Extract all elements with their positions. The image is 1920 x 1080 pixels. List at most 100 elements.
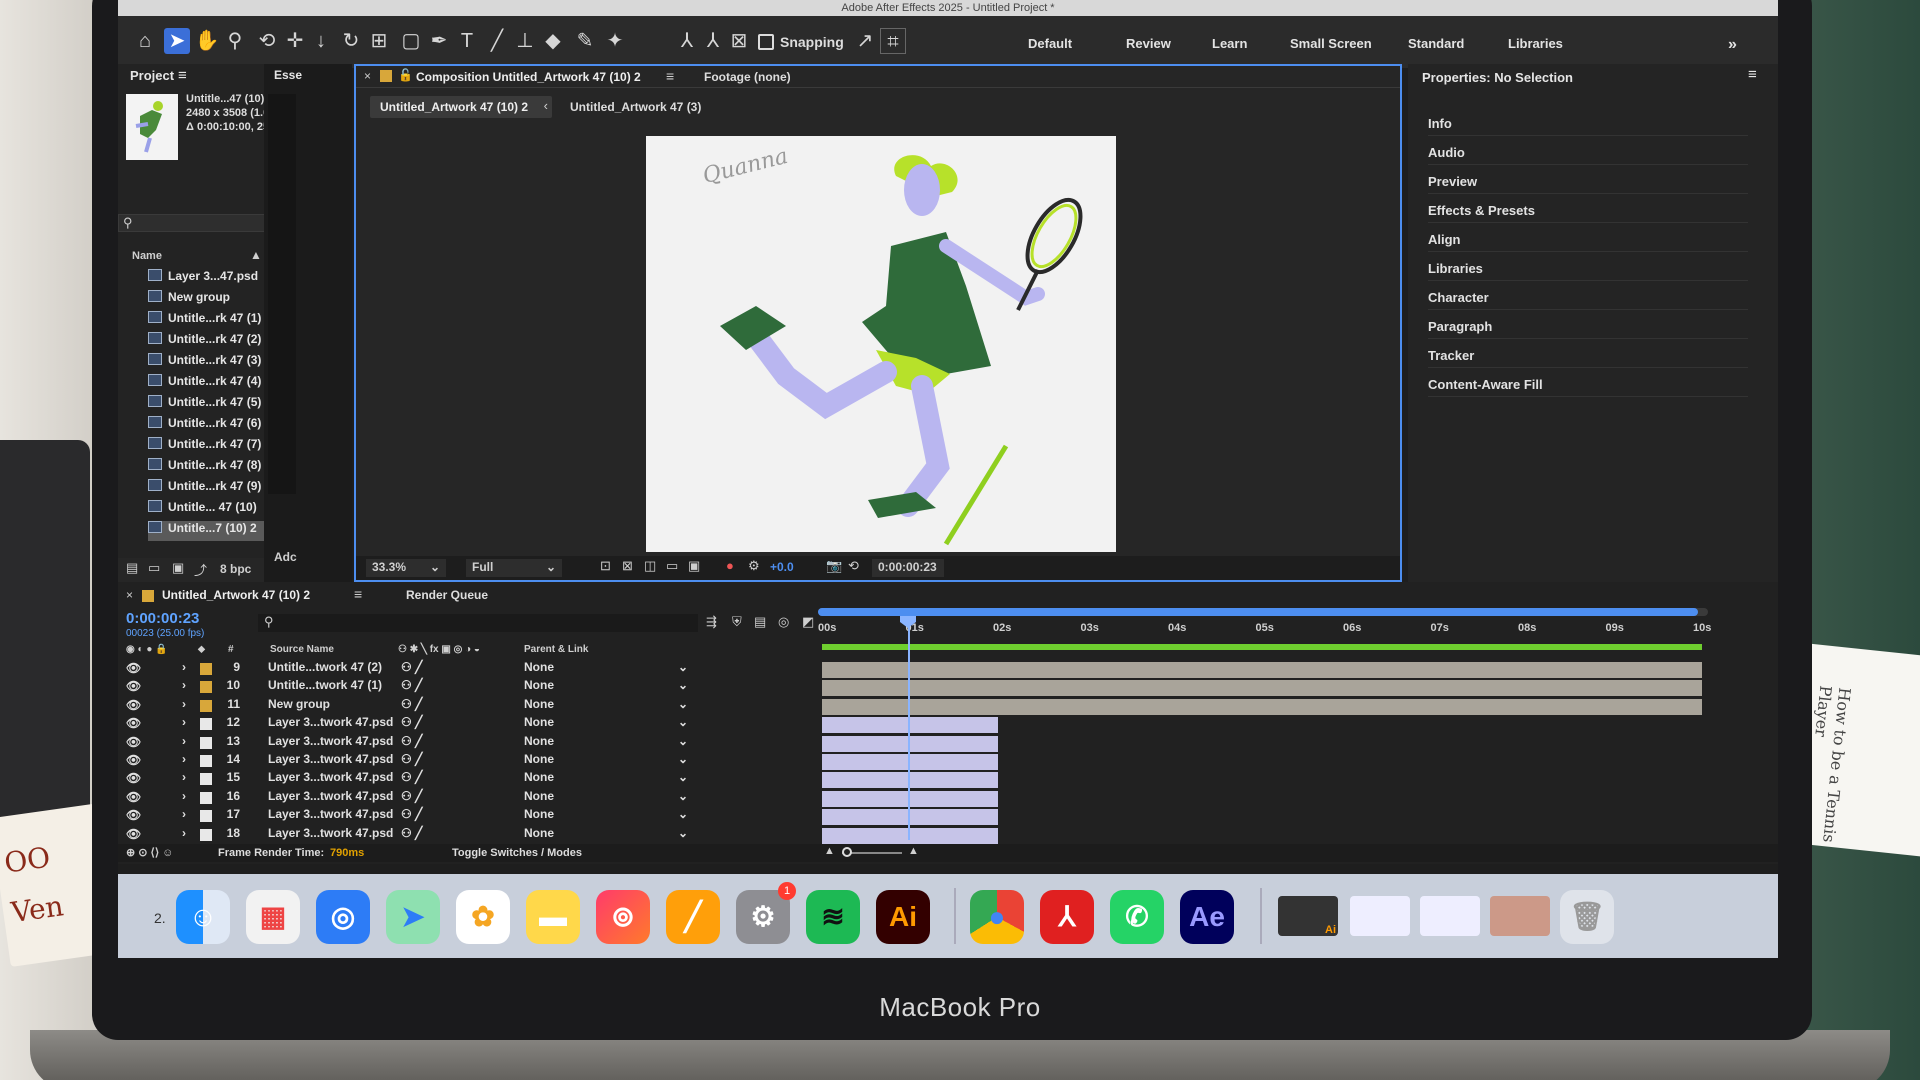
project-item[interactable]: Untitle...rk 47 (4) [148, 374, 278, 394]
layer-row[interactable]: › 👁 12 Layer 3...twork 47.psd ⚇ ╱ None ⌄ [118, 715, 818, 733]
timeline-menu-icon[interactable]: ≡ [354, 586, 362, 602]
layer-duration-bar[interactable] [822, 680, 1702, 697]
comp-menu-icon[interactable]: ≡ [666, 68, 674, 84]
anchor-tool-icon[interactable]: ⊞ [366, 28, 392, 54]
shape-tool-icon[interactable]: ▢ [398, 28, 424, 54]
timeline-search-input[interactable]: ⚲ [258, 614, 698, 632]
interpret-footage-icon[interactable]: ▤ [126, 560, 138, 576]
notes-icon[interactable]: ▬ [526, 890, 580, 944]
project-column-name[interactable]: Name [132, 250, 162, 262]
time-navigator[interactable] [818, 608, 1708, 616]
workspace-learn[interactable]: Learn [1212, 36, 1247, 51]
zoom-dropdown[interactable]: 33.3% ⌄ [366, 559, 446, 577]
layer-switches[interactable]: ⚇ ╱ [401, 807, 422, 821]
visibility-eye-icon[interactable]: 👁 [126, 771, 141, 785]
expand-twirl-icon[interactable]: › [182, 715, 186, 729]
mask-path-icon[interactable]: ◫ [644, 558, 656, 574]
layer-switches[interactable]: ⚇ ╱ [401, 660, 422, 674]
axis-view-icon[interactable]: ⊠ [726, 28, 752, 54]
layer-switches[interactable]: ⚇ ╱ [401, 697, 422, 711]
orbit-tool-icon[interactable]: ⟲ [254, 28, 280, 54]
motion-blur-icon[interactable]: ◩ [802, 614, 814, 630]
layer-duration-bar[interactable] [822, 698, 1702, 715]
layer-row[interactable]: › 👁 18 Layer 3...twork 47.psd ⚇ ╱ None ⌄ [118, 826, 818, 844]
project-item[interactable]: Untitle...rk 47 (1) [148, 311, 278, 331]
snapshot-icon[interactable]: 📷 [826, 558, 842, 574]
layer-duration-bar[interactable] [822, 790, 998, 807]
clone-stamp-icon[interactable]: ⊥ [512, 28, 538, 54]
project-item[interactable]: New group [148, 290, 278, 310]
project-menu-icon[interactable]: ≡ [178, 67, 187, 84]
rotate-tool-icon[interactable]: ↻ [338, 28, 364, 54]
acrobat-icon[interactable]: ⅄ [1040, 890, 1094, 944]
safari-icon[interactable]: ◎ [316, 890, 370, 944]
chevron-down-icon[interactable]: ⌄ [678, 697, 688, 711]
pages-icon[interactable]: ╱ [666, 890, 720, 944]
pen-tool-icon[interactable]: ✒ [426, 28, 452, 54]
chevron-down-icon[interactable]: ⌄ [678, 826, 688, 840]
finder-icon[interactable]: ☺ [176, 890, 230, 944]
trash-icon[interactable]: 🗑 [1560, 890, 1614, 944]
bpc-label[interactable]: 8 bpc [220, 562, 251, 576]
layer-switches[interactable]: ⚇ ╱ [401, 826, 422, 840]
launchpad-icon[interactable]: ▦ [246, 890, 300, 944]
expand-twirl-icon[interactable]: › [182, 807, 186, 821]
workspace-standard[interactable]: Standard [1408, 36, 1464, 51]
whatsapp-icon[interactable]: ✆ [1110, 890, 1164, 944]
layer-source-name[interactable]: Layer 3...twork 47.psd [268, 715, 393, 729]
after-effects-icon[interactable]: Ae [1180, 890, 1234, 944]
axis-world-icon[interactable]: ⅄ [700, 28, 726, 54]
axis-local-icon[interactable]: ⅄ [674, 28, 700, 54]
visibility-eye-icon[interactable]: 👁 [126, 827, 141, 841]
zoom-slider-knob[interactable] [842, 847, 852, 857]
properties-item[interactable]: Align [1428, 232, 1748, 252]
visibility-eye-icon[interactable]: 👁 [126, 716, 141, 730]
pan-tool-icon[interactable]: ✛ [282, 28, 308, 54]
layer-switches[interactable]: ⚇ ╱ [401, 789, 422, 803]
comp-timecode[interactable]: 0:00:00:23 [872, 559, 944, 577]
layer-row[interactable]: › 👁 10 Untitle...twork 47 (1) ⚇ ╱ None ⌄ [118, 678, 818, 696]
puppet-pin-icon[interactable]: ✦ [602, 28, 628, 54]
expand-twirl-icon[interactable]: › [182, 660, 186, 674]
chevron-down-icon[interactable]: ⌄ [678, 678, 688, 692]
layer-source-name[interactable]: Layer 3...twork 47.psd [268, 826, 393, 840]
chevron-down-icon[interactable]: ⌄ [678, 715, 688, 729]
layer-row[interactable]: › 👁 9 Untitle...twork 47 (2) ⚇ ╱ None ⌄ [118, 660, 818, 678]
project-item[interactable]: Untitle...rk 47 (9) [148, 479, 278, 499]
channels-icon[interactable]: ● [726, 558, 734, 573]
footage-tab[interactable]: Footage (none) [704, 70, 791, 84]
snapping-checkbox[interactable] [758, 34, 774, 50]
timeline-tab[interactable]: Untitled_Artwork 47 (10) 2 [162, 588, 310, 602]
layer-switches[interactable]: ⚇ ╱ [401, 752, 422, 766]
expand-twirl-icon[interactable]: › [182, 734, 186, 748]
parent-link-dropdown[interactable]: None [524, 660, 554, 674]
zoom-out-icon[interactable]: ▲ [824, 845, 835, 857]
properties-item[interactable]: Libraries [1428, 261, 1748, 281]
close-tab-icon[interactable]: × [126, 588, 133, 602]
spotify-icon[interactable]: ≋ [806, 890, 860, 944]
project-item[interactable]: Untitle...rk 47 (3) [148, 353, 278, 373]
transparency-grid-icon[interactable]: ⊠ [622, 558, 633, 574]
selection-tool-icon[interactable]: ➤ [164, 28, 190, 54]
visibility-eye-icon[interactable]: 👁 [126, 735, 141, 749]
layer-row[interactable]: › 👁 15 Layer 3...twork 47.psd ⚇ ╱ None ⌄ [118, 770, 818, 788]
render-queue-tab[interactable]: Render Queue [406, 588, 488, 602]
workspace-default[interactable]: Default [1028, 36, 1072, 51]
new-folder-icon[interactable]: ▭ [148, 560, 160, 576]
parent-link-dropdown[interactable]: None [524, 715, 554, 729]
resolution-dropdown[interactable]: Full ⌄ [466, 559, 562, 577]
snap-magnet-icon[interactable]: ↗ [852, 28, 878, 54]
workspace-overflow-icon[interactable]: » [1728, 36, 1737, 54]
project-item[interactable]: Untitle...rk 47 (7) [148, 437, 278, 457]
type-tool-icon[interactable]: T [454, 28, 480, 54]
timeline-timecode[interactable]: 0:00:00:23 [126, 610, 199, 627]
project-item[interactable]: Untitle...rk 47 (8) [148, 458, 278, 478]
layer-duration-bar[interactable] [822, 662, 1702, 678]
photos-icon[interactable]: ✿ [456, 890, 510, 944]
layer-duration-bar[interactable] [822, 735, 998, 752]
parent-link-dropdown[interactable]: None [524, 789, 554, 803]
frame-blending-icon[interactable]: ◎ [778, 614, 789, 630]
time-navigator-range[interactable] [818, 608, 1698, 616]
chevron-down-icon[interactable]: ⌄ [678, 807, 688, 821]
layer-source-name[interactable]: Untitle...twork 47 (2) [268, 660, 382, 674]
